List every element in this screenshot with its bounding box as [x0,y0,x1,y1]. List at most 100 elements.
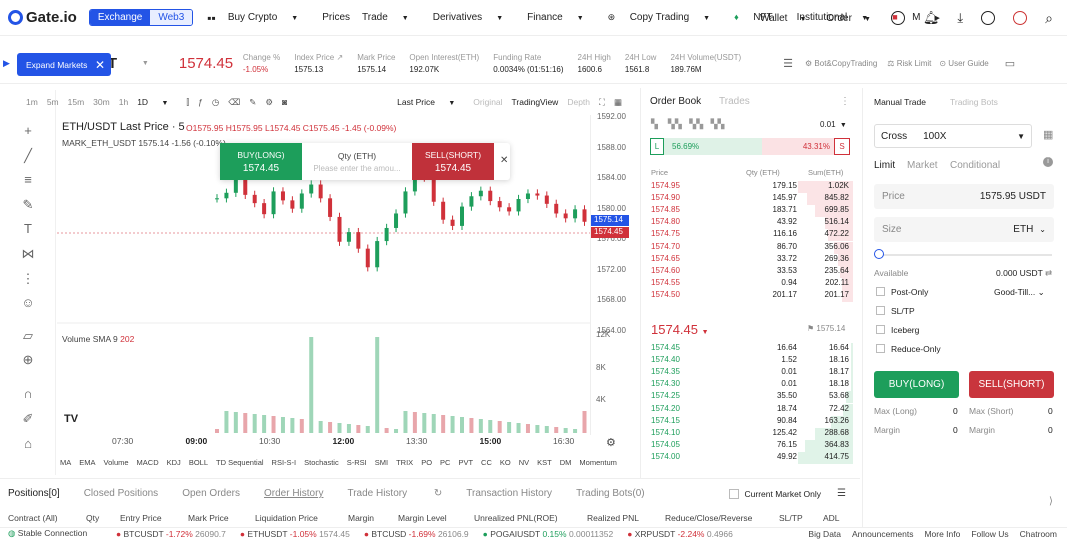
info-icon[interactable]: i [1043,157,1053,167]
ask-row[interactable]: 1574.80 43.92 516.14 [641,217,853,230]
ticker-item[interactable]: ● POGAIUSDT 0.15% 0.00011352 [483,529,614,539]
indicator-item[interactable]: RSI-S-I [272,458,297,472]
interval-1h[interactable]: 1h [119,97,128,107]
ask-row[interactable]: 1574.95 179.15 1.02K [641,181,853,193]
time-in-force-select[interactable]: Good-Till... ⌄ [994,287,1045,298]
indicator-item[interactable]: EMA [79,458,95,472]
sltp-checkbox[interactable] [876,306,885,315]
bid-row[interactable]: 1574.45 16.64 16.64 [641,343,853,355]
indicator-item[interactable]: NV [519,458,529,472]
indicator-item[interactable]: KDJ [167,458,181,472]
indicator-item[interactable]: BOLL [189,458,208,472]
reduce-only-checkbox[interactable] [876,344,885,353]
bid-row[interactable]: 1574.10 125.42 288.68 [641,427,853,440]
globe-icon[interactable] [981,11,996,25]
tab-trading-bots[interactable]: Trading Bots [950,97,998,107]
ask-row[interactable]: 1574.90 145.97 845.82 [641,193,853,206]
interval-30m[interactable]: 30m [93,97,110,107]
close-icon[interactable]: ✕ [95,58,105,72]
size-input[interactable]: Size ETH ⌄ [874,217,1054,242]
interval-1m[interactable]: 1m [26,97,38,107]
nav-copy-trading[interactable]: ⊛ Copy Trading ▼ [608,12,722,23]
footer-link[interactable]: Chatroom [1020,529,1057,539]
order-menu[interactable]: Order ▼ [826,13,881,24]
layout-icon[interactable]: ▭ [1005,57,1015,70]
footer-link[interactable]: Big Data [808,529,841,539]
interval-1d[interactable]: 1D ▼ [137,97,177,107]
bid-row[interactable]: 1574.35 0.01 18.17 [641,367,853,380]
indicator-item[interactable]: PC [440,458,450,472]
search-icon[interactable]: ⌕ [1045,10,1053,27]
tab-order-book[interactable]: Order Book [650,96,701,107]
tab-manual-trade[interactable]: Manual Trade [874,97,926,107]
bid-row[interactable]: 1574.40 1.52 18.16 [641,355,853,368]
book-view-icons[interactable]: ▚ ▚▚ ▚▚ ▚▚ [651,119,724,130]
bid-row[interactable]: 1574.20 18.74 72.42 [641,403,853,416]
edit-icon[interactable]: ✎ [249,97,256,108]
gate-logo[interactable]: Gate.io [8,9,77,26]
nav-derivatives[interactable]: Derivatives ▼ [433,12,515,23]
interval-5m[interactable]: 5m [47,97,59,107]
price-input[interactable]: Price 1575.95 USDT [874,184,1054,209]
download-icon[interactable]: ⤓ [957,10,963,26]
brush-icon[interactable]: ✎ [20,197,36,213]
footer-link[interactable]: More Info [924,529,960,539]
calculator-icon[interactable]: ▦ [1043,128,1053,141]
indicator-item[interactable]: Volume [104,458,129,472]
trendline-icon[interactable]: ╱ [20,148,36,164]
nav-finance[interactable]: Finance ▼ [527,12,596,23]
footer-link[interactable]: Follow Us [971,529,1008,539]
type-market[interactable]: Market [907,160,938,171]
more-icon[interactable]: ⋮ [840,96,850,107]
web3-tab[interactable]: Web3 [150,10,193,25]
precision-select[interactable]: 0.01 ▼ [820,120,847,129]
lock-icon[interactable]: ⌂ [20,436,36,452]
settings-sliders-icon[interactable]: ☰ [783,57,793,70]
bid-row[interactable]: 1574.25 35.50 53.68 [641,391,853,404]
indicator-item[interactable]: PO [421,458,432,472]
post-only-checkbox[interactable] [876,287,885,296]
indicator-item[interactable]: TD Sequential [216,458,264,472]
text-tool-icon[interactable]: T [20,221,36,237]
grid-layout-icon[interactable]: ▦ [614,97,622,108]
quick-buy-button[interactable]: BUY(LONG) 1574.45 [220,143,302,180]
bell-icon[interactable]: 🔔︎ [923,10,940,26]
quick-trade-close-icon[interactable]: ✕ [500,155,508,180]
tab-trading-bots[interactable]: Trading Bots(0) [576,488,645,499]
pair-dropdown-icon[interactable]: ▼ [142,60,149,67]
quick-sell-button[interactable]: SELL(SHORT) 1574.45 [412,143,494,180]
risk-limit-link[interactable]: ⚖ Risk Limit [887,59,931,68]
view-tradingview[interactable]: TradingView [512,97,559,107]
sell-short-button[interactable]: SELL(SHORT) [969,371,1054,398]
price-type-select[interactable]: Last Price ▼ [397,97,464,107]
zoom-in-icon[interactable]: ⊕ [20,352,36,368]
indicator-item[interactable]: MA [60,458,71,472]
tab-open-orders[interactable]: Open Orders [182,488,240,499]
type-limit[interactable]: Limit [874,160,895,171]
theme-icon[interactable] [1013,11,1028,25]
slider-handle[interactable] [874,249,884,259]
filter-icon[interactable]: ☰ [837,488,846,499]
chart-settings-icon[interactable]: ⚙ [606,436,616,449]
ask-row[interactable]: 1574.85 183.71 699.85 [641,205,853,218]
buy-long-button[interactable]: BUY(LONG) [874,371,959,398]
camera-icon[interactable]: ◙ [282,97,287,107]
tab-order-history[interactable]: Order History [264,488,323,499]
sidebar-toggle-icon[interactable]: ▶ [3,58,10,69]
exchange-tab[interactable]: Exchange [89,10,151,25]
iceberg-checkbox[interactable] [876,325,885,334]
ruler-icon[interactable]: ▱ [20,328,36,344]
pair-selector[interactable]: T [108,55,142,72]
footer-link[interactable]: Announcements [852,529,913,539]
candle-type-icon[interactable]: ⫿ [186,97,189,108]
indicator-item[interactable]: CC [481,458,492,472]
interval-15m[interactable]: 15m [68,97,85,107]
horizontal-lines-icon[interactable]: ≡ [20,172,36,188]
measure-icon[interactable]: ⋮ [20,271,36,287]
indicator-item[interactable]: Stochastic [304,458,339,472]
trash-icon[interactable]: ⌫ [228,97,240,108]
wallet-menu[interactable]: Wallet ▼ [760,13,816,24]
emoji-icon[interactable]: ☺ [20,295,36,311]
magnet-icon[interactable]: ∩ [20,386,36,402]
indicator-item[interactable]: DM [560,458,572,472]
